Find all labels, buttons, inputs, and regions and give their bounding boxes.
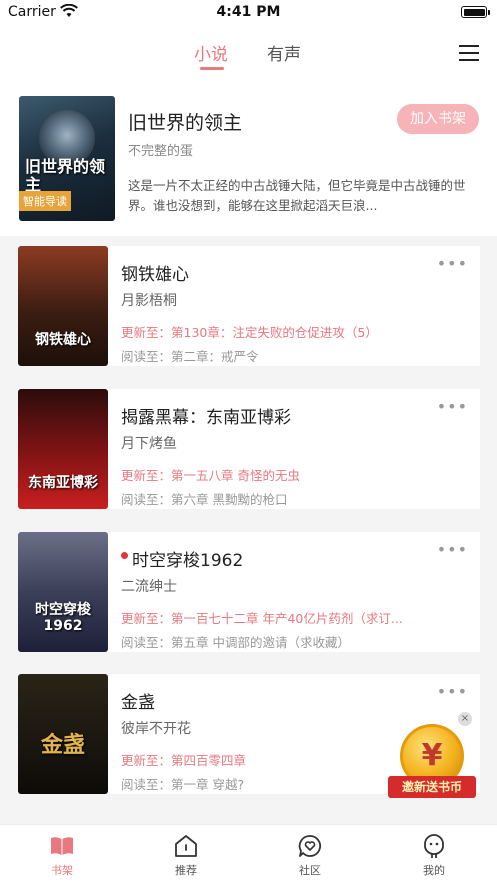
book-author: 二流绅士 (121, 579, 177, 595)
unread-dot (121, 552, 128, 559)
invite-promo-badge[interactable]: × ¥ 邀新送书币 (388, 712, 476, 808)
tab-label: 推荐 (175, 864, 197, 877)
book-cover[interactable]: 金盏 (18, 674, 108, 794)
tab-audio[interactable]: 有声 (267, 40, 301, 65)
tab-label: 我的 (423, 864, 445, 877)
top-nav: 小说 有声 (0, 26, 497, 78)
featured-book-title: 旧世界的领主 (128, 112, 243, 134)
tab-community[interactable]: 社区 (280, 833, 340, 878)
status-time: 4:41 PM (216, 4, 281, 20)
book-update-status: 更新至：第一五八章 奇怪的无虫 (121, 468, 300, 483)
tab-label: 书架 (51, 864, 73, 877)
more-options-icon[interactable]: ••• (437, 682, 468, 701)
home-icon (175, 835, 197, 857)
more-options-icon[interactable]: ••• (437, 540, 468, 559)
tab-mine[interactable]: 我的 (404, 833, 464, 878)
bottom-tab-bar: 书架 推荐 社区 我的 (0, 824, 497, 883)
status-bar: Carrier 4:41 PM (0, 0, 497, 26)
book-icon (51, 837, 73, 855)
book-update-status: 更新至：第130章：注定失败的仓促进攻（5） (121, 325, 378, 340)
book-title: 金盏 (121, 693, 155, 713)
tab-recommend[interactable]: 推荐 (156, 833, 216, 878)
book-cover[interactable]: 东南亚博彩 (18, 389, 108, 509)
cover-title: 旧世界的领主 (25, 157, 106, 194)
book-read-progress: 阅读至：第二章：戒严令 (121, 349, 259, 364)
smart-guide-tag: 智能导读 (19, 191, 71, 211)
featured-book[interactable]: 旧世界的领主 智能导读 旧世界的领主 不完整的蛋 这是一片不太正经的中古战锤大陆… (0, 78, 497, 236)
chat-heart-icon (298, 835, 322, 857)
active-tab-indicator (200, 67, 224, 70)
book-title: 钢铁雄心 (121, 265, 189, 285)
book-read-progress: 阅读至：第五章 中调部的邀请（求收藏） (121, 635, 350, 650)
book-cover[interactable]: 钢铁雄心 (18, 246, 108, 366)
book-title: 揭露黑幕：东南亚博彩 (121, 408, 291, 428)
menu-icon[interactable] (459, 45, 479, 61)
list-item[interactable]: 时空穿梭 1962 时空穿梭1962 二流绅士 更新至：第一百七十二章 年产40… (18, 532, 480, 652)
list-item[interactable]: 钢铁雄心 钢铁雄心 月影梧桐 更新至：第130章：注定失败的仓促进攻（5） 阅读… (18, 246, 480, 366)
tab-label: 社区 (299, 864, 321, 877)
book-author: 月下烤鱼 (121, 436, 177, 452)
promo-label: 邀新送书币 (388, 776, 476, 798)
featured-book-cover[interactable]: 旧世界的领主 智能导读 (19, 96, 115, 221)
cover-title: 金盏 (40, 733, 85, 758)
profile-icon (424, 834, 444, 858)
book-read-progress: 阅读至：第一章 穿越? (121, 777, 245, 792)
more-options-icon[interactable]: ••• (437, 254, 468, 273)
featured-book-description: 这是一片不太正经的中古战锤大陆，但它毕竟是中古战锤的世界。谁也没想到，能够在这里… (128, 178, 466, 213)
more-options-icon[interactable]: ••• (437, 397, 468, 416)
cover-title: 钢铁雄心 (35, 332, 91, 348)
book-title: 时空穿梭1962 (132, 551, 244, 571)
book-update-status: 更新至：第一百七十二章 年产40亿片药剂（求订... (121, 611, 403, 626)
book-read-progress: 阅读至：第六章 黑黝黝的枪口 (121, 492, 288, 507)
book-author: 月影梧桐 (121, 293, 177, 309)
close-icon[interactable]: × (458, 712, 472, 726)
cover-title: 时空穿梭 1962 (35, 602, 91, 634)
book-cover[interactable]: 时空穿梭 1962 (18, 532, 108, 652)
list-item[interactable]: 东南亚博彩 揭露黑幕：东南亚博彩 月下烤鱼 更新至：第一五八章 奇怪的无虫 阅读… (18, 389, 480, 509)
book-author: 彼岸不开花 (121, 721, 191, 737)
add-to-shelf-button[interactable]: 加入书架 (397, 104, 479, 134)
cover-title: 东南亚博彩 (28, 475, 98, 491)
battery-icon (461, 6, 490, 18)
tab-novel[interactable]: 小说 (194, 40, 228, 65)
tab-bookshelf[interactable]: 书架 (32, 833, 92, 878)
featured-book-author: 不完整的蛋 (128, 144, 194, 159)
